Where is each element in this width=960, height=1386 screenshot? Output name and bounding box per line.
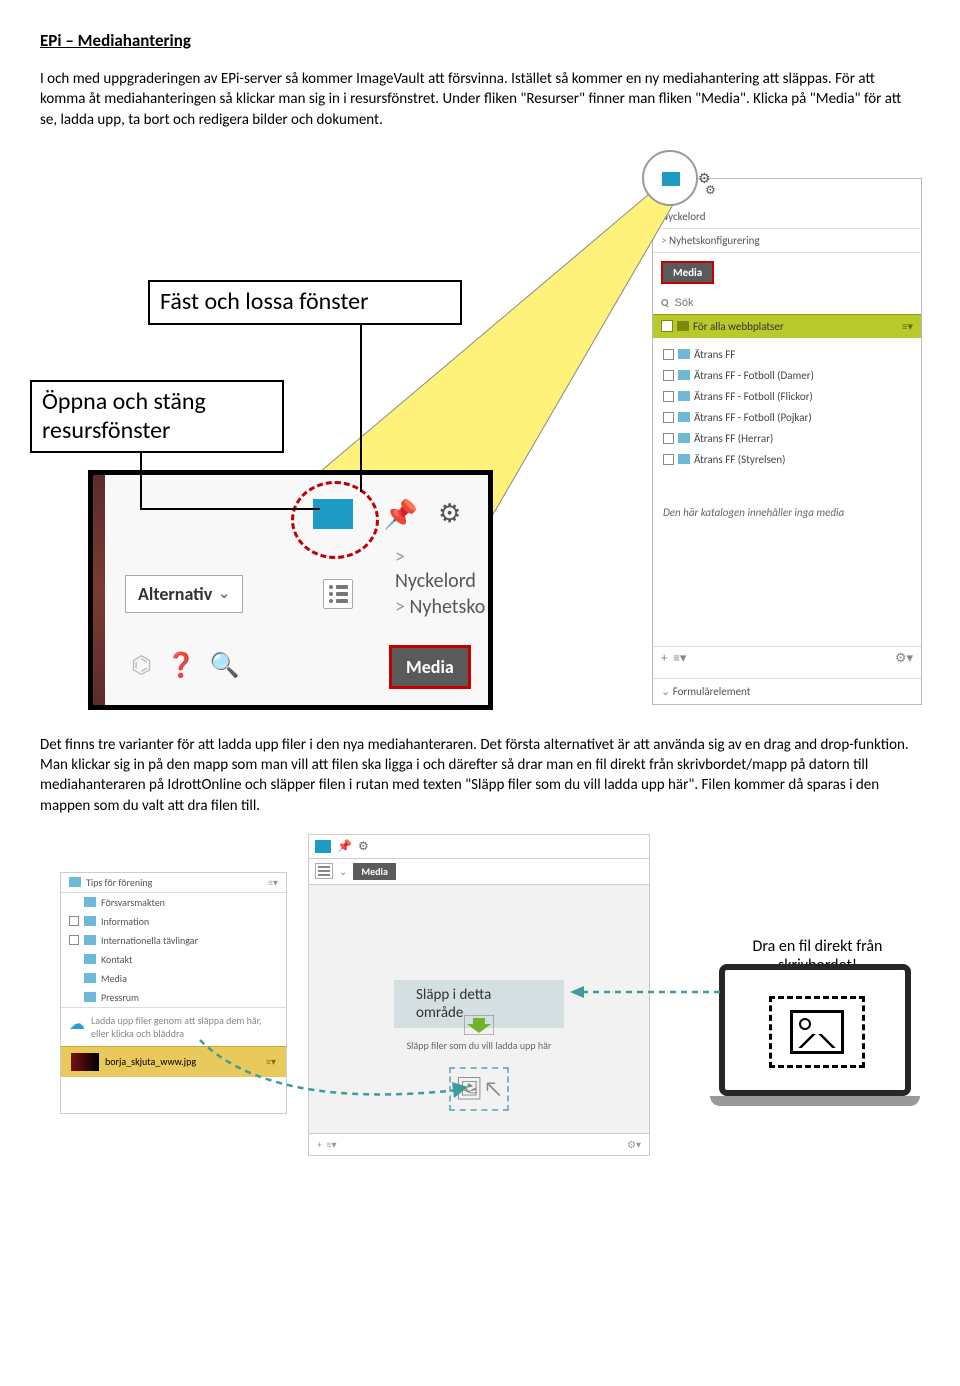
tree-item[interactable]: Media [61, 969, 286, 988]
page-title: EPi – Mediahantering [40, 30, 920, 51]
menu-icon[interactable]: ≡▾ [268, 876, 278, 889]
tree-item[interactable]: Tips för förening ≡▾ [61, 873, 286, 893]
plus-icon[interactable]: + [317, 1138, 322, 1151]
sitemap-icon[interactable]: ⌬ [131, 651, 152, 680]
decorative-strip [93, 475, 105, 705]
search-icon[interactable]: 🔍 [210, 651, 240, 680]
media-tab-zoom[interactable]: Media [389, 645, 471, 689]
gear-icon[interactable]: ⚙ [438, 497, 461, 529]
annotation-pin: Fäst och lossa fönster [148, 280, 462, 325]
figure-1: ⚙ ⚙ Nyckelord Nyhetskonfigurering Media … [40, 150, 920, 705]
search-input[interactable] [673, 296, 747, 310]
folder-icon [84, 973, 96, 983]
folder-icon [84, 916, 96, 926]
tree-item[interactable]: Ätrans FF - Fotboll (Pojkar) [663, 407, 911, 428]
tree-item[interactable]: Försvarsmakten [61, 893, 286, 912]
help-icon[interactable]: ❓ [166, 651, 196, 680]
panel-sub-bar: ⌄ Media [309, 859, 649, 885]
annotation-line [140, 450, 142, 508]
tree-item[interactable]: Ätrans FF - Fotboll (Damer) [663, 365, 911, 386]
folder-icon [678, 391, 690, 401]
folder-icon[interactable] [315, 840, 331, 853]
image-icon [790, 1010, 844, 1054]
folder-icon [678, 412, 690, 422]
gear-icon[interactable]: ⚙ [358, 839, 369, 854]
menu-icon[interactable]: ≡▾ [902, 320, 913, 333]
tree-item[interactable]: Internationella tävlingar [61, 931, 286, 950]
olive-header[interactable]: För alla webbplatser ≡▾ [653, 314, 921, 338]
gear-icon: ⚙ [698, 170, 711, 187]
folder-icon [677, 321, 689, 331]
right-resources-panel: ⚙ Nyckelord Nyhetskonfigurering Media Q … [652, 178, 922, 705]
panel-top-bar: 📌 ⚙ [309, 835, 649, 859]
cloud-upload-icon: ☁ [69, 1014, 85, 1034]
nyhetskonfigurering-row[interactable]: Nyhetskonfigurering [653, 229, 921, 253]
figure-2: Tips för förening ≡▾ Försvarsmakten Info… [40, 832, 920, 1162]
gear-icon[interactable]: ⚙▾ [895, 651, 913, 666]
tree-item[interactable]: Information [61, 912, 286, 931]
folder-icon [678, 433, 690, 443]
folder-icon [84, 992, 96, 1002]
zoom-origin-circle: ⚙ [642, 150, 698, 206]
intro-paragraph-2: Det finns tre varianter för att ladda up… [40, 735, 920, 816]
media-tab[interactable]: Media [353, 863, 396, 880]
tree-item[interactable]: Ätrans FF (Herrar) [663, 428, 911, 449]
menu-icon[interactable]: ≡▾ [327, 1138, 337, 1151]
folder-icon [84, 935, 96, 945]
annotation-line [140, 508, 320, 510]
nyhetsko-label[interactable]: Nyhetsko [395, 595, 485, 619]
tree-item[interactable]: Kontakt [61, 950, 286, 969]
tree-item[interactable]: Ätrans FF [663, 344, 911, 365]
olive-label: För alla webbplatser [693, 320, 784, 333]
chevron-icon: ⌄ [339, 865, 347, 878]
panel-footer: + ≡▾ ⚙▾ [309, 1133, 649, 1155]
dashed-arrow [570, 982, 720, 1002]
pin-icon[interactable]: 📌 [337, 839, 352, 854]
folder-icon [678, 349, 690, 359]
panel-footer-tools: + ≡▾ ⚙▾ [653, 646, 921, 670]
annotation-open: Öppna och stäng resursfönster [30, 380, 284, 454]
tree-item[interactable]: Ätrans FF (Styrelsen) [663, 449, 911, 470]
folder-icon [84, 954, 96, 964]
folder-icon [662, 172, 680, 186]
dashed-arrow [190, 1032, 470, 1112]
folder-icon [678, 370, 690, 380]
folder-icon [84, 897, 96, 907]
nyckelord-label[interactable]: Nyckelord [395, 545, 488, 593]
nyckelord-row[interactable]: Nyckelord [653, 205, 921, 229]
alternativ-button[interactable]: Alternativ [125, 575, 243, 613]
desktop-file-placeholder [769, 996, 865, 1068]
list-view-icon[interactable] [315, 863, 333, 879]
gear-icon[interactable]: ⚙▾ [627, 1138, 641, 1151]
list-view-icon[interactable] [323, 579, 353, 609]
file-thumbnail [71, 1053, 99, 1071]
bottom-icon-row: ⌬ ❓ 🔍 [131, 651, 240, 680]
tree-item[interactable]: Ätrans FF - Fotboll (Flickor) [663, 386, 911, 407]
folder-tree: Ätrans FF Ätrans FF - Fotboll (Damer) Ät… [653, 338, 921, 476]
laptop-illustration [710, 964, 920, 1114]
annotation-line [360, 320, 362, 492]
file-name: borja_skjuta_www.jpg [105, 1055, 196, 1068]
folder-icon [678, 454, 690, 464]
search-row[interactable]: Q [653, 292, 921, 314]
highlight-circle [291, 481, 379, 559]
formularelement-row[interactable]: Formulärelement [653, 678, 921, 704]
empty-folder-message: Den här katalogen innehåller inga media [653, 476, 921, 519]
tree-item[interactable]: Pressrum [61, 988, 286, 1007]
pin-icon[interactable]: 📌 [383, 497, 418, 532]
intro-paragraph-1: I och med uppgraderingen av EPi-server s… [40, 69, 920, 130]
zoom-detail: 📌 ⚙ Nyckelord Alternativ Nyhetsko Media … [88, 470, 493, 710]
folder-icon [69, 877, 81, 887]
